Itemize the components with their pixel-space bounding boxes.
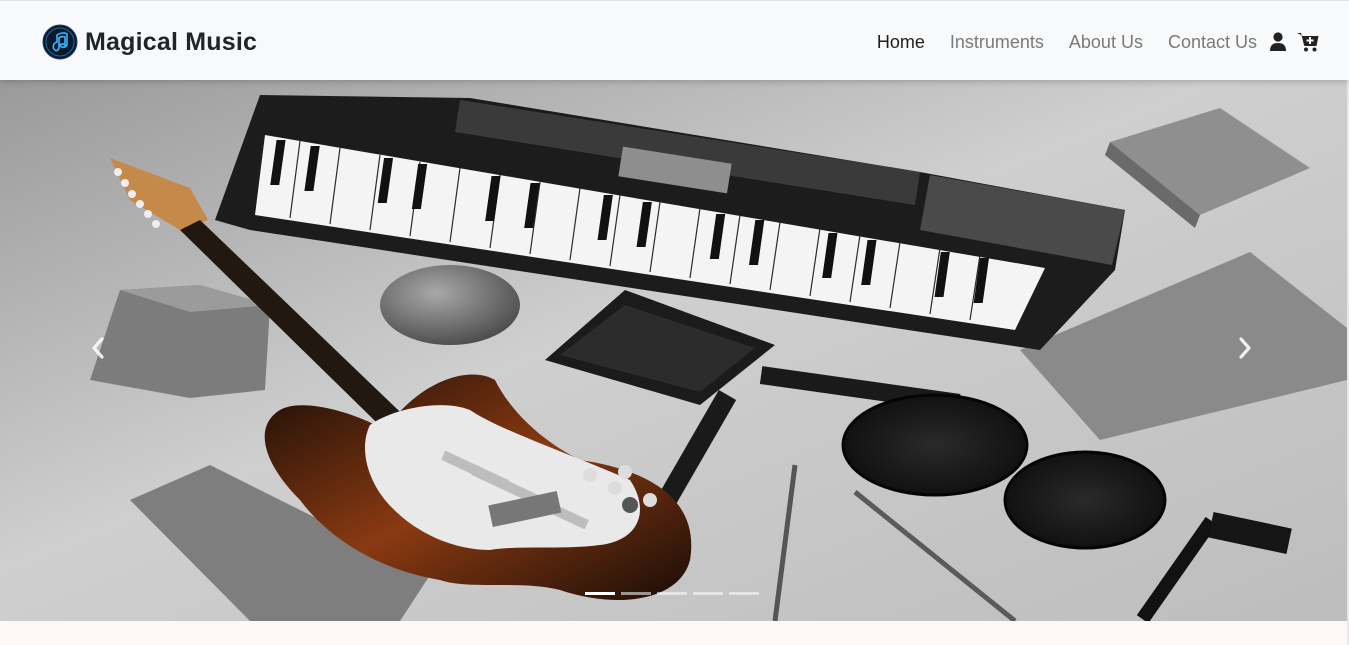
chevron-right-icon: [1239, 337, 1251, 359]
nav-link-instruments[interactable]: Instruments: [950, 32, 1044, 53]
carousel-indicators: [585, 592, 765, 595]
hero-carousel: [0, 80, 1347, 621]
nav-link-about-us[interactable]: About Us: [1069, 32, 1143, 53]
navbar: Magical Music Home Instruments About Us …: [0, 0, 1349, 80]
carousel-indicator-3[interactable]: [657, 592, 687, 595]
carousel-indicator-4[interactable]: [693, 592, 723, 595]
cart-plus-icon[interactable]: [1297, 31, 1319, 53]
music-note-logo-icon: [42, 24, 78, 60]
carousel-indicator-5[interactable]: [729, 592, 759, 595]
carousel-prev-button[interactable]: [78, 325, 118, 371]
carousel-indicator-2[interactable]: [621, 592, 651, 595]
nav-link-home[interactable]: Home: [877, 32, 925, 53]
brand-name: Magical Music: [85, 27, 258, 56]
carousel-indicator-1[interactable]: [585, 592, 615, 595]
brand[interactable]: Magical Music: [42, 24, 257, 60]
user-icon[interactable]: [1269, 31, 1287, 53]
nav-menu: Home Instruments About Us Contact Us: [852, 31, 1319, 53]
hero-slide-image: [0, 80, 1347, 621]
chevron-left-icon: [92, 337, 104, 359]
page-content-start: [0, 621, 1347, 645]
carousel-next-button[interactable]: [1225, 325, 1265, 371]
nav-link-contact-us[interactable]: Contact Us: [1168, 32, 1257, 53]
